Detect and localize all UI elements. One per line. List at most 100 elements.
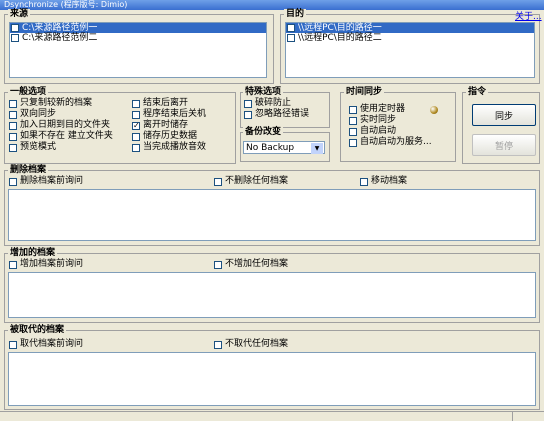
- opt-save-history-checkbox[interactable]: [132, 132, 140, 141]
- dest-item-1[interactable]: \\远程PC\目的路径一: [286, 23, 534, 33]
- opt-shutdown[interactable]: 程序结束后关机: [132, 109, 206, 120]
- opt-ask-before-replace[interactable]: 取代档案前询问: [9, 339, 83, 350]
- opt-no-add-checkbox[interactable]: [214, 260, 222, 269]
- replaced-files-list[interactable]: [8, 352, 536, 406]
- commands-legend: 指令: [466, 87, 489, 97]
- opt-use-timer-label: 使用定时器: [360, 104, 406, 114]
- opt-use-timer[interactable]: 使用定时器: [349, 104, 432, 115]
- opt-no-delete-label: 不删除任何档案: [225, 176, 289, 186]
- opt-crash-prevent[interactable]: 破碎防止: [244, 98, 309, 109]
- opt-save-on-exit-label: 离开时储存: [143, 120, 189, 130]
- opt-autostart[interactable]: 自动启动: [349, 126, 432, 137]
- timer-settings-icon[interactable]: [430, 106, 438, 114]
- opt-preview[interactable]: 预览模式: [9, 142, 113, 153]
- status-bar: [0, 411, 544, 421]
- opt-use-timer-checkbox[interactable]: [349, 105, 357, 114]
- source-item-1[interactable]: C:\来源路径范例一: [10, 23, 266, 33]
- opt-no-replace[interactable]: 不取代任何档案: [214, 339, 288, 350]
- opt-no-delete-checkbox[interactable]: [214, 177, 222, 186]
- backup-select[interactable]: No Backup ▼: [243, 141, 325, 154]
- dest-item-2-checkbox[interactable]: [287, 34, 295, 42]
- source-item-2[interactable]: C:\来源路径范例二: [10, 33, 266, 43]
- opt-copy-newer[interactable]: 只复制较新的档案: [9, 98, 113, 109]
- opt-autostart-service-checkbox[interactable]: [349, 138, 357, 147]
- window-title-bar: Dsynchronize (程序版号: Dimio): [0, 0, 544, 10]
- opt-shutdown-label: 程序结束后关机: [143, 109, 207, 119]
- special-options-legend: 特殊选项: [243, 87, 284, 97]
- opt-play-sound-checkbox[interactable]: [132, 143, 140, 152]
- window-title: Dsynchronize (程序版号: Dimio): [4, 0, 128, 9]
- sync-button[interactable]: 同步: [472, 104, 536, 126]
- opt-save-on-exit[interactable]: 离开时储存: [132, 120, 206, 131]
- dest-item-1-label: \\远程PC\目的路径一: [298, 23, 382, 33]
- opt-ask-before-delete[interactable]: 删除档案前询问: [9, 176, 83, 187]
- opt-copy-newer-checkbox[interactable]: [9, 99, 17, 108]
- opt-add-date-label: 加入日期到目的文件夹: [20, 120, 111, 130]
- opt-add-date-checkbox[interactable]: [9, 121, 17, 130]
- opt-ignore-path-errors-checkbox[interactable]: [244, 110, 252, 119]
- backup-legend: 备份改变: [243, 127, 284, 137]
- dest-list[interactable]: \\远程PC\目的路径一 \\远程PC\目的路径二: [285, 22, 535, 78]
- opt-ask-before-replace-label: 取代档案前询问: [20, 339, 84, 349]
- opt-bidirectional-checkbox[interactable]: [9, 110, 17, 119]
- opt-preview-checkbox[interactable]: [9, 143, 17, 152]
- source-legend: 来源: [8, 9, 31, 19]
- opt-copy-newer-label: 只复制较新的档案: [20, 98, 93, 108]
- opt-move-files[interactable]: 移动档案: [360, 176, 407, 187]
- opt-no-delete[interactable]: 不删除任何档案: [214, 176, 288, 187]
- opt-exit-after-checkbox[interactable]: [132, 99, 140, 108]
- opt-ignore-path-errors-label: 忽略路径错误: [255, 109, 310, 119]
- opt-shutdown-checkbox[interactable]: [132, 110, 140, 119]
- opt-no-replace-checkbox[interactable]: [214, 340, 222, 349]
- backup-select-value: No Backup: [246, 142, 295, 153]
- about-link[interactable]: 关于...: [515, 9, 542, 22]
- timesync-legend: 时间同步: [344, 87, 385, 97]
- opt-save-history[interactable]: 储存历史数据: [132, 131, 206, 142]
- opt-ask-before-add-label: 增加档案前询问: [20, 259, 84, 269]
- opt-create-folder-checkbox[interactable]: [9, 132, 17, 141]
- opt-ask-before-replace-checkbox[interactable]: [9, 340, 17, 349]
- opt-crash-prevent-checkbox[interactable]: [244, 99, 252, 108]
- opt-save-on-exit-checkbox[interactable]: [132, 120, 140, 131]
- opt-realtime-sync-checkbox[interactable]: [349, 116, 357, 125]
- opt-no-replace-label: 不取代任何档案: [225, 339, 289, 349]
- opt-exit-after-label: 结束后离开: [143, 98, 189, 108]
- opt-create-folder-label: 如果不存在 建立文件夹: [20, 131, 113, 141]
- opt-ask-before-delete-checkbox[interactable]: [9, 177, 17, 186]
- opt-ask-before-add[interactable]: 增加档案前询问: [9, 259, 83, 270]
- opt-create-folder[interactable]: 如果不存在 建立文件夹: [9, 131, 113, 142]
- added-files-list[interactable]: [8, 272, 536, 318]
- opt-bidirectional[interactable]: 双向同步: [9, 109, 113, 120]
- dest-item-2-label: \\远程PC\目的路径二: [298, 33, 382, 43]
- chevron-down-icon[interactable]: ▼: [311, 143, 323, 154]
- dest-legend: 目的: [284, 9, 307, 19]
- opt-realtime-sync[interactable]: 实时同步: [349, 115, 432, 126]
- source-item-2-label: C:\来源路径范例二: [22, 33, 98, 43]
- source-list[interactable]: C:\来源路径范例一 C:\来源路径范例二: [9, 22, 267, 78]
- opt-play-sound[interactable]: 当完成播放音效: [132, 142, 206, 153]
- opt-play-sound-label: 当完成播放音效: [143, 142, 207, 152]
- deleted-files-legend: 删除档案: [8, 165, 49, 175]
- dest-item-1-checkbox[interactable]: [287, 24, 295, 32]
- opt-ask-before-add-checkbox[interactable]: [9, 260, 17, 269]
- dest-item-2[interactable]: \\远程PC\目的路径二: [286, 33, 534, 43]
- opt-ignore-path-errors[interactable]: 忽略路径错误: [244, 109, 309, 120]
- opt-autostart-label: 自动启动: [360, 126, 397, 136]
- opt-autostart-service[interactable]: 自动启动为服务...: [349, 137, 432, 148]
- opt-no-add[interactable]: 不增加任何档案: [214, 259, 288, 270]
- opt-crash-prevent-label: 破碎防止: [255, 98, 292, 108]
- opt-move-files-checkbox[interactable]: [360, 177, 368, 186]
- opt-preview-label: 预览模式: [20, 142, 57, 152]
- replaced-files-legend: 被取代的档案: [8, 325, 67, 335]
- deleted-files-list[interactable]: [8, 189, 536, 241]
- general-options-legend: 一般选项: [8, 87, 49, 97]
- source-item-2-checkbox[interactable]: [11, 34, 19, 42]
- opt-exit-after[interactable]: 结束后离开: [132, 98, 206, 109]
- opt-autostart-checkbox[interactable]: [349, 127, 357, 136]
- opt-move-files-label: 移动档案: [371, 176, 408, 186]
- opt-no-add-label: 不增加任何档案: [225, 259, 289, 269]
- opt-realtime-sync-label: 实时同步: [360, 115, 397, 125]
- opt-add-date[interactable]: 加入日期到目的文件夹: [9, 120, 113, 131]
- source-item-1-checkbox[interactable]: [11, 24, 19, 32]
- pause-button[interactable]: 暂停: [472, 134, 536, 156]
